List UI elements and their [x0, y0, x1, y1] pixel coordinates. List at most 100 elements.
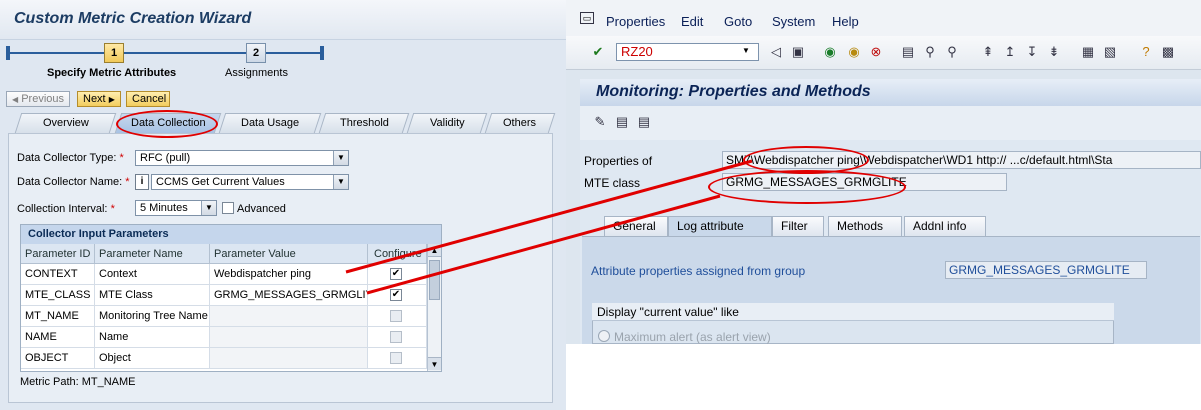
advanced-checkbox[interactable]: [222, 202, 234, 214]
scroll-up-icon[interactable]: ▲: [428, 244, 441, 257]
param-value-input[interactable]: GRMG_MESSAGES_GRMGLITE: [210, 285, 368, 306]
shortcut-icon[interactable]: ▧: [1102, 44, 1118, 60]
attr-group-field: GRMG_MESSAGES_GRMGLITE: [945, 261, 1147, 279]
document-icon[interactable]: ▤: [614, 114, 630, 130]
tab-general[interactable]: General: [604, 216, 668, 237]
print-icon[interactable]: ▤: [900, 44, 916, 60]
column-header-param-value[interactable]: Parameter Value: [210, 244, 368, 264]
column-header-configure[interactable]: Configure: [368, 244, 427, 264]
chevron-down-icon[interactable]: ▼: [742, 46, 750, 55]
table-row-id: CONTEXT: [21, 264, 95, 285]
column-header-param-name[interactable]: Parameter Name: [95, 244, 210, 264]
tab-threshold[interactable]: Threshold: [318, 113, 410, 133]
column-header-param-id[interactable]: Parameter ID: [21, 244, 95, 264]
mte-class-label: MTE class: [584, 176, 641, 190]
tab-data-usage[interactable]: Data Usage: [218, 113, 322, 133]
group-title: Display "current value" like: [592, 303, 1114, 321]
previous-page-icon[interactable]: ↥: [1002, 44, 1018, 60]
roadmap-step-1-label: Specify Metric Attributes: [47, 67, 177, 79]
configure-checkbox[interactable]: [390, 331, 402, 343]
table-row-name: Name: [95, 327, 210, 348]
collector-type-dropdown[interactable]: RFC (pull) ▼: [135, 150, 349, 166]
configure-checkbox[interactable]: [390, 310, 402, 322]
chevron-down-icon[interactable]: ▼: [333, 175, 348, 189]
back-arrow-icon[interactable]: ◁: [768, 44, 784, 60]
table-row-id: OBJECT: [21, 348, 95, 369]
table-row-configure: [368, 348, 427, 369]
properties-of-label: Properties of: [584, 154, 653, 168]
cancel-button[interactable]: Cancel: [126, 91, 170, 107]
system-menu-icon[interactable]: ▭: [580, 12, 594, 24]
table-row-configure: ✔: [368, 285, 427, 306]
collector-params-table: Collector Input Parameters Parameter ID …: [20, 224, 442, 372]
last-page-icon[interactable]: ⇟: [1046, 44, 1062, 60]
exit-icon[interactable]: ◉: [846, 44, 862, 60]
configure-checkbox[interactable]: [390, 352, 402, 364]
sap-menubar: ▭ Properties Edit Goto System Help: [566, 0, 1201, 36]
highlight-ellipse-data-collection: [116, 110, 218, 138]
tab-filter[interactable]: Filter: [772, 216, 824, 237]
new-session-icon[interactable]: ▦: [1080, 44, 1096, 60]
tab-log-attribute[interactable]: Log attribute: [668, 216, 772, 237]
save-icon[interactable]: ▣: [790, 44, 806, 60]
menu-system[interactable]: System: [772, 14, 815, 29]
info-icon[interactable]: i: [135, 174, 149, 190]
attr-properties-label: Attribute properties assigned from group: [591, 264, 806, 278]
required-mark: *: [110, 203, 115, 215]
table-row-id: NAME: [21, 327, 95, 348]
next-arrow-icon: ▶: [108, 95, 115, 104]
table-row-configure: ✔: [368, 264, 427, 285]
menu-edit[interactable]: Edit: [681, 14, 703, 29]
menu-goto[interactable]: Goto: [724, 14, 752, 29]
table-row-name: Context: [95, 264, 210, 285]
screen-title: Monitoring: Properties and Methods: [596, 83, 871, 100]
interval-dropdown[interactable]: 5 Minutes ▼: [135, 200, 217, 216]
previous-button[interactable]: ◀ Previous: [6, 91, 70, 107]
required-mark: *: [125, 176, 130, 188]
maximum-alert-radio[interactable]: [598, 330, 610, 342]
next-button[interactable]: Next ▶: [77, 91, 121, 107]
previous-arrow-icon: ◀: [12, 95, 19, 104]
menu-help[interactable]: Help: [832, 14, 859, 29]
roadmap-step-1[interactable]: 1: [104, 43, 124, 63]
enter-icon[interactable]: ✔: [590, 44, 606, 60]
layout-icon[interactable]: ▩: [1160, 44, 1176, 60]
tab-validity[interactable]: Validity: [406, 113, 488, 133]
menu-properties[interactable]: Properties: [606, 14, 665, 29]
help-icon[interactable]: ?: [1138, 44, 1154, 60]
param-value-input[interactable]: [210, 306, 368, 327]
table-row-id: MT_NAME: [21, 306, 95, 327]
advanced-label: Advanced: [237, 203, 286, 215]
param-value-input[interactable]: [210, 348, 368, 369]
wizard-title-bar: Custom Metric Creation Wizard: [0, 0, 566, 40]
tab-methods[interactable]: Methods: [828, 216, 902, 237]
command-field[interactable]: RZ20: [616, 43, 759, 61]
roadmap-step-2[interactable]: 2: [246, 43, 266, 63]
collector-name-dropdown[interactable]: CCMS Get Current Values ▼: [151, 174, 349, 190]
configure-checkbox[interactable]: ✔: [390, 289, 402, 301]
find-icon[interactable]: ⚲: [922, 44, 938, 60]
configure-checkbox[interactable]: ✔: [390, 268, 402, 280]
tab-addnl-info[interactable]: Addnl info: [904, 216, 986, 237]
edit-pencil-icon[interactable]: ✎: [592, 114, 608, 130]
next-page-icon[interactable]: ↧: [1024, 44, 1040, 60]
table-scrollbar[interactable]: ▲ ▼: [427, 244, 441, 371]
scroll-down-icon[interactable]: ▼: [428, 357, 441, 370]
chevron-down-icon[interactable]: ▼: [201, 201, 216, 215]
find-next-icon[interactable]: ⚲: [944, 44, 960, 60]
cancel-icon[interactable]: ⊗: [868, 44, 884, 60]
chevron-down-icon[interactable]: ▼: [333, 151, 348, 165]
required-mark: *: [119, 152, 124, 164]
scroll-thumb[interactable]: [429, 260, 440, 300]
param-value-input[interactable]: [210, 327, 368, 348]
document-icon[interactable]: ▤: [636, 114, 652, 130]
roadmap-end-icon: [320, 46, 324, 60]
param-value-input[interactable]: Webdispatcher ping: [210, 264, 368, 285]
back-icon[interactable]: ◉: [822, 44, 838, 60]
tab-others[interactable]: Others: [484, 113, 556, 133]
roadmap-step-2-label: Assignments: [225, 67, 288, 79]
highlight-ellipse-mte-class: [708, 170, 906, 204]
interval-label: Collection Interval: *: [17, 203, 115, 215]
first-page-icon[interactable]: ⇞: [980, 44, 996, 60]
tab-overview[interactable]: Overview: [14, 113, 117, 133]
